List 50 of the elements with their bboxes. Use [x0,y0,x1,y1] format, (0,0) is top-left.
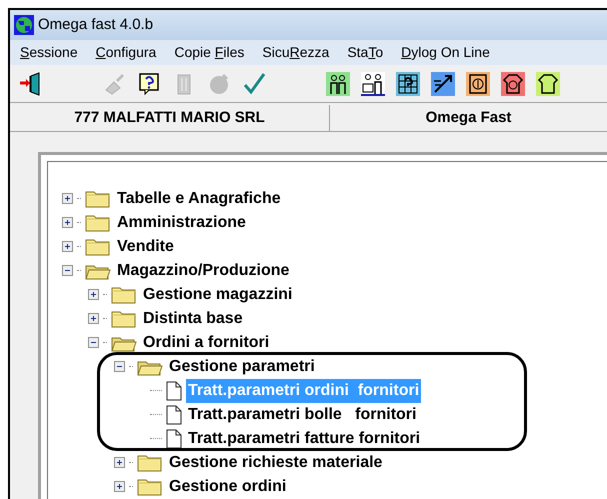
tree-item[interactable]: Tratt.parametri fatture fornitori [186,426,422,451]
expand-toggle[interactable] [62,241,73,252]
menu-item[interactable]: Configura [96,42,156,64]
checkmark-icon[interactable] [242,72,266,96]
document-icon [166,404,182,425]
people-desk-icon[interactable] [361,72,385,96]
folder-icon [111,308,137,329]
window-title: Omega fast 4.0.b [38,14,154,35]
expand-toggle[interactable] [62,217,73,228]
tree-item[interactable]: Vendite [115,234,176,259]
menu-item[interactable]: StaTo [347,42,384,64]
folder-icon [85,212,111,233]
globe-icon [14,15,34,36]
collapse-toggle[interactable] [62,265,73,276]
expand-toggle[interactable] [114,457,125,468]
tree-item[interactable]: Tratt.parametri bolle fornitori [186,402,418,427]
expand-toggle[interactable] [114,481,125,492]
expand-toggle[interactable] [88,313,99,324]
tree-item[interactable]: Gestione richieste materiale [167,450,384,475]
expand-toggle[interactable] [88,289,99,300]
status-field: 777 MALFATTI MARIO SRL [10,105,330,131]
shirt-money-icon[interactable] [501,72,525,96]
tree-item[interactable]: Gestione ordini [167,474,288,499]
tree-item[interactable]: Amministrazione [115,210,248,235]
tree-item[interactable]: Gestione parametri [167,354,317,379]
menu-item[interactable]: SicuRezza [262,42,330,64]
tree-item[interactable]: Ordini a fornitori [141,330,272,355]
tree-item[interactable]: Gestione magazzini [141,282,294,307]
expand-toggle[interactable] [62,193,73,204]
grid-question-icon[interactable] [396,72,420,96]
people-icon[interactable] [326,72,350,96]
folder-icon [85,188,111,209]
document-icon [166,380,182,401]
folder-icon [137,476,163,497]
tree-item[interactable]: Magazzino/Produzione [115,258,292,283]
folder-icon [111,284,137,305]
help-icon[interactable] [137,72,161,96]
tree-item[interactable]: Tabelle e Anagrafiche [115,186,283,211]
menu-item[interactable]: Copie Files [174,42,244,64]
menu-item[interactable]: Sessione [20,42,78,64]
document-icon [166,428,182,449]
shirt-icon[interactable] [536,72,560,96]
collapse-toggle[interactable] [88,337,99,348]
tree-item[interactable]: Distinta base [141,306,245,331]
folder-icon [85,236,111,257]
status-field: Omega Fast [330,105,607,131]
menu-item[interactable]: Dylog On Line [401,42,490,64]
door-exit-icon[interactable] [18,72,42,96]
collapse-toggle[interactable] [114,361,125,372]
folder-icon [137,452,163,473]
